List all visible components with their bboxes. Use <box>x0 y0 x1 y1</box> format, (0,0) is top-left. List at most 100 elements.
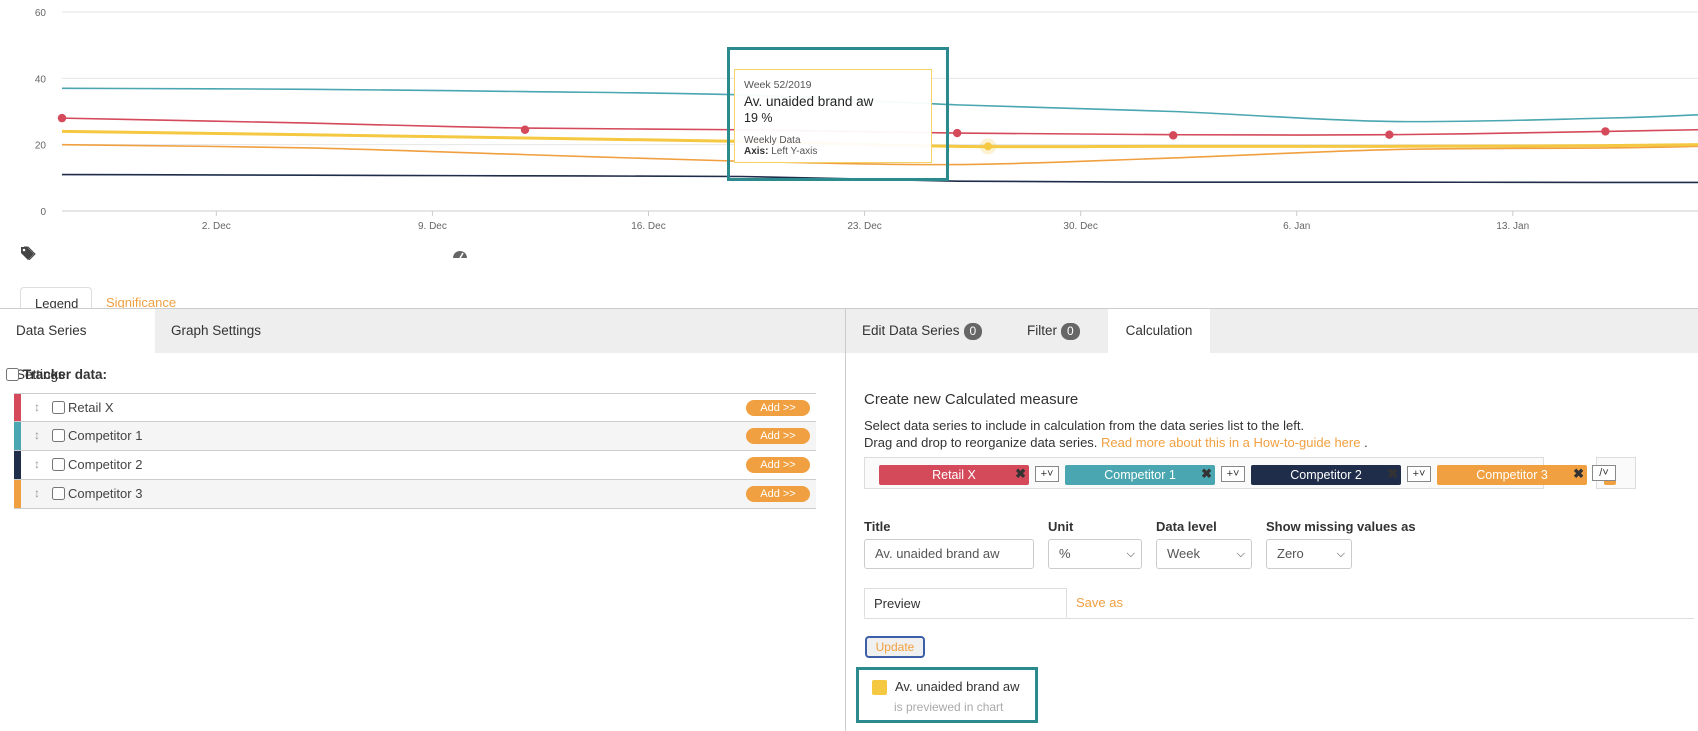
retail-x-marker[interactable] <box>1385 130 1394 139</box>
calc-description: Select data series to include in calcula… <box>864 417 1368 451</box>
formula-chip[interactable]: Competitor 1 ✖ <box>1065 465 1215 485</box>
x-tick-label: 16. Dec <box>631 221 665 232</box>
data-level-select[interactable]: Week ⌵ <box>1156 539 1252 569</box>
remove-chip-icon[interactable]: ✖ <box>1201 464 1212 484</box>
operator-select[interactable]: /˅ <box>1592 465 1616 481</box>
retail-x-marker[interactable] <box>520 125 530 134</box>
calc-desc-line2: Drag and drop to reorganize data series. <box>864 435 1098 450</box>
tab-filter-label: Filter <box>1027 323 1057 338</box>
series-row[interactable]: ↕ Retail X Add >> <box>14 393 816 422</box>
y-tick-label: 60 <box>35 8 47 19</box>
tracker-data-row: Tracker data: <box>6 367 107 382</box>
how-to-guide-link[interactable]: Read more about this in a How-to-guide h… <box>1101 435 1360 450</box>
update-button[interactable]: Update <box>865 636 925 658</box>
add-series-button[interactable]: Add >> <box>746 457 810 473</box>
series-row[interactable]: ↕ Competitor 1 Add >> <box>14 422 816 451</box>
chevron-down-icon: ⌵ <box>1126 548 1135 560</box>
retail-x-marker[interactable] <box>57 113 67 123</box>
retail-x-marker[interactable] <box>1169 131 1178 140</box>
tab-preview[interactable]: Preview <box>864 588 1067 618</box>
series-row[interactable]: ↕ Competitor 2 Add >> <box>14 451 816 480</box>
series-row[interactable]: ↕ Competitor 3 Add >> <box>14 480 816 509</box>
preview-color-swatch <box>872 680 887 695</box>
remove-chip-icon[interactable]: ✖ <box>1573 464 1584 484</box>
remove-chip-icon[interactable]: ✖ <box>1015 464 1026 484</box>
tab-edit-label: Edit Data Series <box>862 323 960 338</box>
drag-handle-icon[interactable]: ↕ <box>34 428 40 442</box>
formula-chip[interactable]: Competitor 3 ✖ <box>1437 465 1587 485</box>
remove-chip-icon[interactable]: ✖ <box>1387 464 1398 484</box>
series-color-bar <box>14 422 21 450</box>
gauge-icon[interactable] <box>452 246 468 264</box>
unit-select-value: % <box>1059 546 1071 561</box>
chevron-down-icon: ⌵ <box>1236 548 1245 560</box>
operator-value: / <box>1599 467 1603 479</box>
series-name: Retail X <box>68 400 114 415</box>
tooltip-series-name: Av. unaided brand aw <box>744 94 874 109</box>
formula-chip-label: Competitor 2 <box>1290 468 1362 482</box>
tab-save-as[interactable]: Save as <box>1067 588 1132 618</box>
tab-graph-settings[interactable]: Graph Settings <box>155 309 277 353</box>
left-tabbar: Data Series Settings Graph Settings <box>0 309 845 382</box>
tab-filter[interactable]: Filter 0 <box>1011 309 1096 353</box>
title-input[interactable]: Av. unaided brand aw <box>864 539 1034 569</box>
series-name: Competitor 3 <box>68 486 143 501</box>
missing-values-select[interactable]: Zero ⌵ <box>1266 539 1352 569</box>
add-series-button[interactable]: Add >> <box>746 428 810 444</box>
tooltip-value: 19 % <box>744 111 773 125</box>
series-checkbox[interactable] <box>52 458 65 471</box>
tab-calculation[interactable]: Calculation <box>1108 309 1210 353</box>
operator-value: + <box>1412 468 1419 480</box>
x-tick-label: 9. Dec <box>418 221 447 232</box>
chart-tooltip: Week 52/2019 Av. unaided brand aw 19 % W… <box>734 69 932 163</box>
right-tabbar: Edit Data Series 0 Filter 0 Calculation <box>846 309 1698 353</box>
y-tick-label: 0 <box>40 207 46 218</box>
filter-count-badge: 0 <box>1061 323 1080 340</box>
edit-count-badge: 0 <box>963 323 983 340</box>
tags-icon[interactable] <box>20 246 36 263</box>
hover-point[interactable] <box>984 142 993 151</box>
series-color-bar <box>14 480 21 508</box>
series-name: Competitor 1 <box>68 428 143 443</box>
tooltip-note: Weekly Data <box>744 135 801 146</box>
add-series-button[interactable]: Add >> <box>746 400 810 416</box>
series-checkbox[interactable] <box>52 429 65 442</box>
preview-series-name: Av. unaided brand aw <box>895 679 1020 694</box>
formula-chip[interactable]: Retail X ✖ <box>879 465 1029 485</box>
tooltip-axis-label: Axis: <box>744 146 769 157</box>
retail-x-marker[interactable] <box>952 128 962 138</box>
operator-value: + <box>1040 468 1047 480</box>
tracker-data-checkbox[interactable] <box>6 368 19 381</box>
series-checkbox[interactable] <box>52 487 65 500</box>
tab-edit-data-series[interactable]: Edit Data Series 0 <box>846 309 998 353</box>
tab-legend[interactable]: Legend <box>20 287 92 309</box>
series-checkbox[interactable] <box>52 401 65 414</box>
tab-significance[interactable]: Significance <box>92 287 190 309</box>
calc-title: Create new Calculated measure <box>864 391 1079 408</box>
operator-select[interactable]: +˅ <box>1035 466 1059 482</box>
operator-select[interactable]: +˅ <box>1221 466 1245 482</box>
formula-chip-label: Competitor 1 <box>1104 468 1176 482</box>
series-name: Competitor 2 <box>68 457 143 472</box>
retail-x-marker[interactable] <box>1601 127 1610 136</box>
x-tick-label: 13. Jan <box>1496 221 1529 232</box>
calc-desc-line1: Select data series to include in calcula… <box>864 418 1305 433</box>
operator-select[interactable]: +˅ <box>1407 466 1431 482</box>
preview-highlight-box: Av. unaided brand aw is previewed in cha… <box>856 667 1038 723</box>
bottom-panels: Data Series Settings Graph Settings Trac… <box>0 308 1698 731</box>
calc-desc-end: . <box>1364 435 1368 450</box>
add-series-button[interactable]: Add >> <box>746 486 810 502</box>
series-color-bar <box>14 394 21 421</box>
x-tick-label: 6. Jan <box>1283 221 1310 232</box>
missing-values-label: Show missing values as <box>1266 519 1416 534</box>
drag-handle-icon[interactable]: ↕ <box>34 486 40 500</box>
unit-select[interactable]: % ⌵ <box>1048 539 1142 569</box>
drag-handle-icon[interactable]: ↕ <box>34 400 40 414</box>
drag-handle-icon[interactable]: ↕ <box>34 457 40 471</box>
tab-data-series-settings[interactable]: Data Series Settings <box>0 309 155 382</box>
formula-builder: Retail X ✖ Competitor 1 ✖ Competitor 2 ✖ Compe… <box>864 457 1698 489</box>
preview-tabs: Preview Save as <box>864 588 1694 619</box>
data-level-label: Data level <box>1156 519 1217 534</box>
series-color-bar <box>14 451 21 479</box>
formula-chip[interactable]: Competitor 2 ✖ <box>1251 465 1401 485</box>
